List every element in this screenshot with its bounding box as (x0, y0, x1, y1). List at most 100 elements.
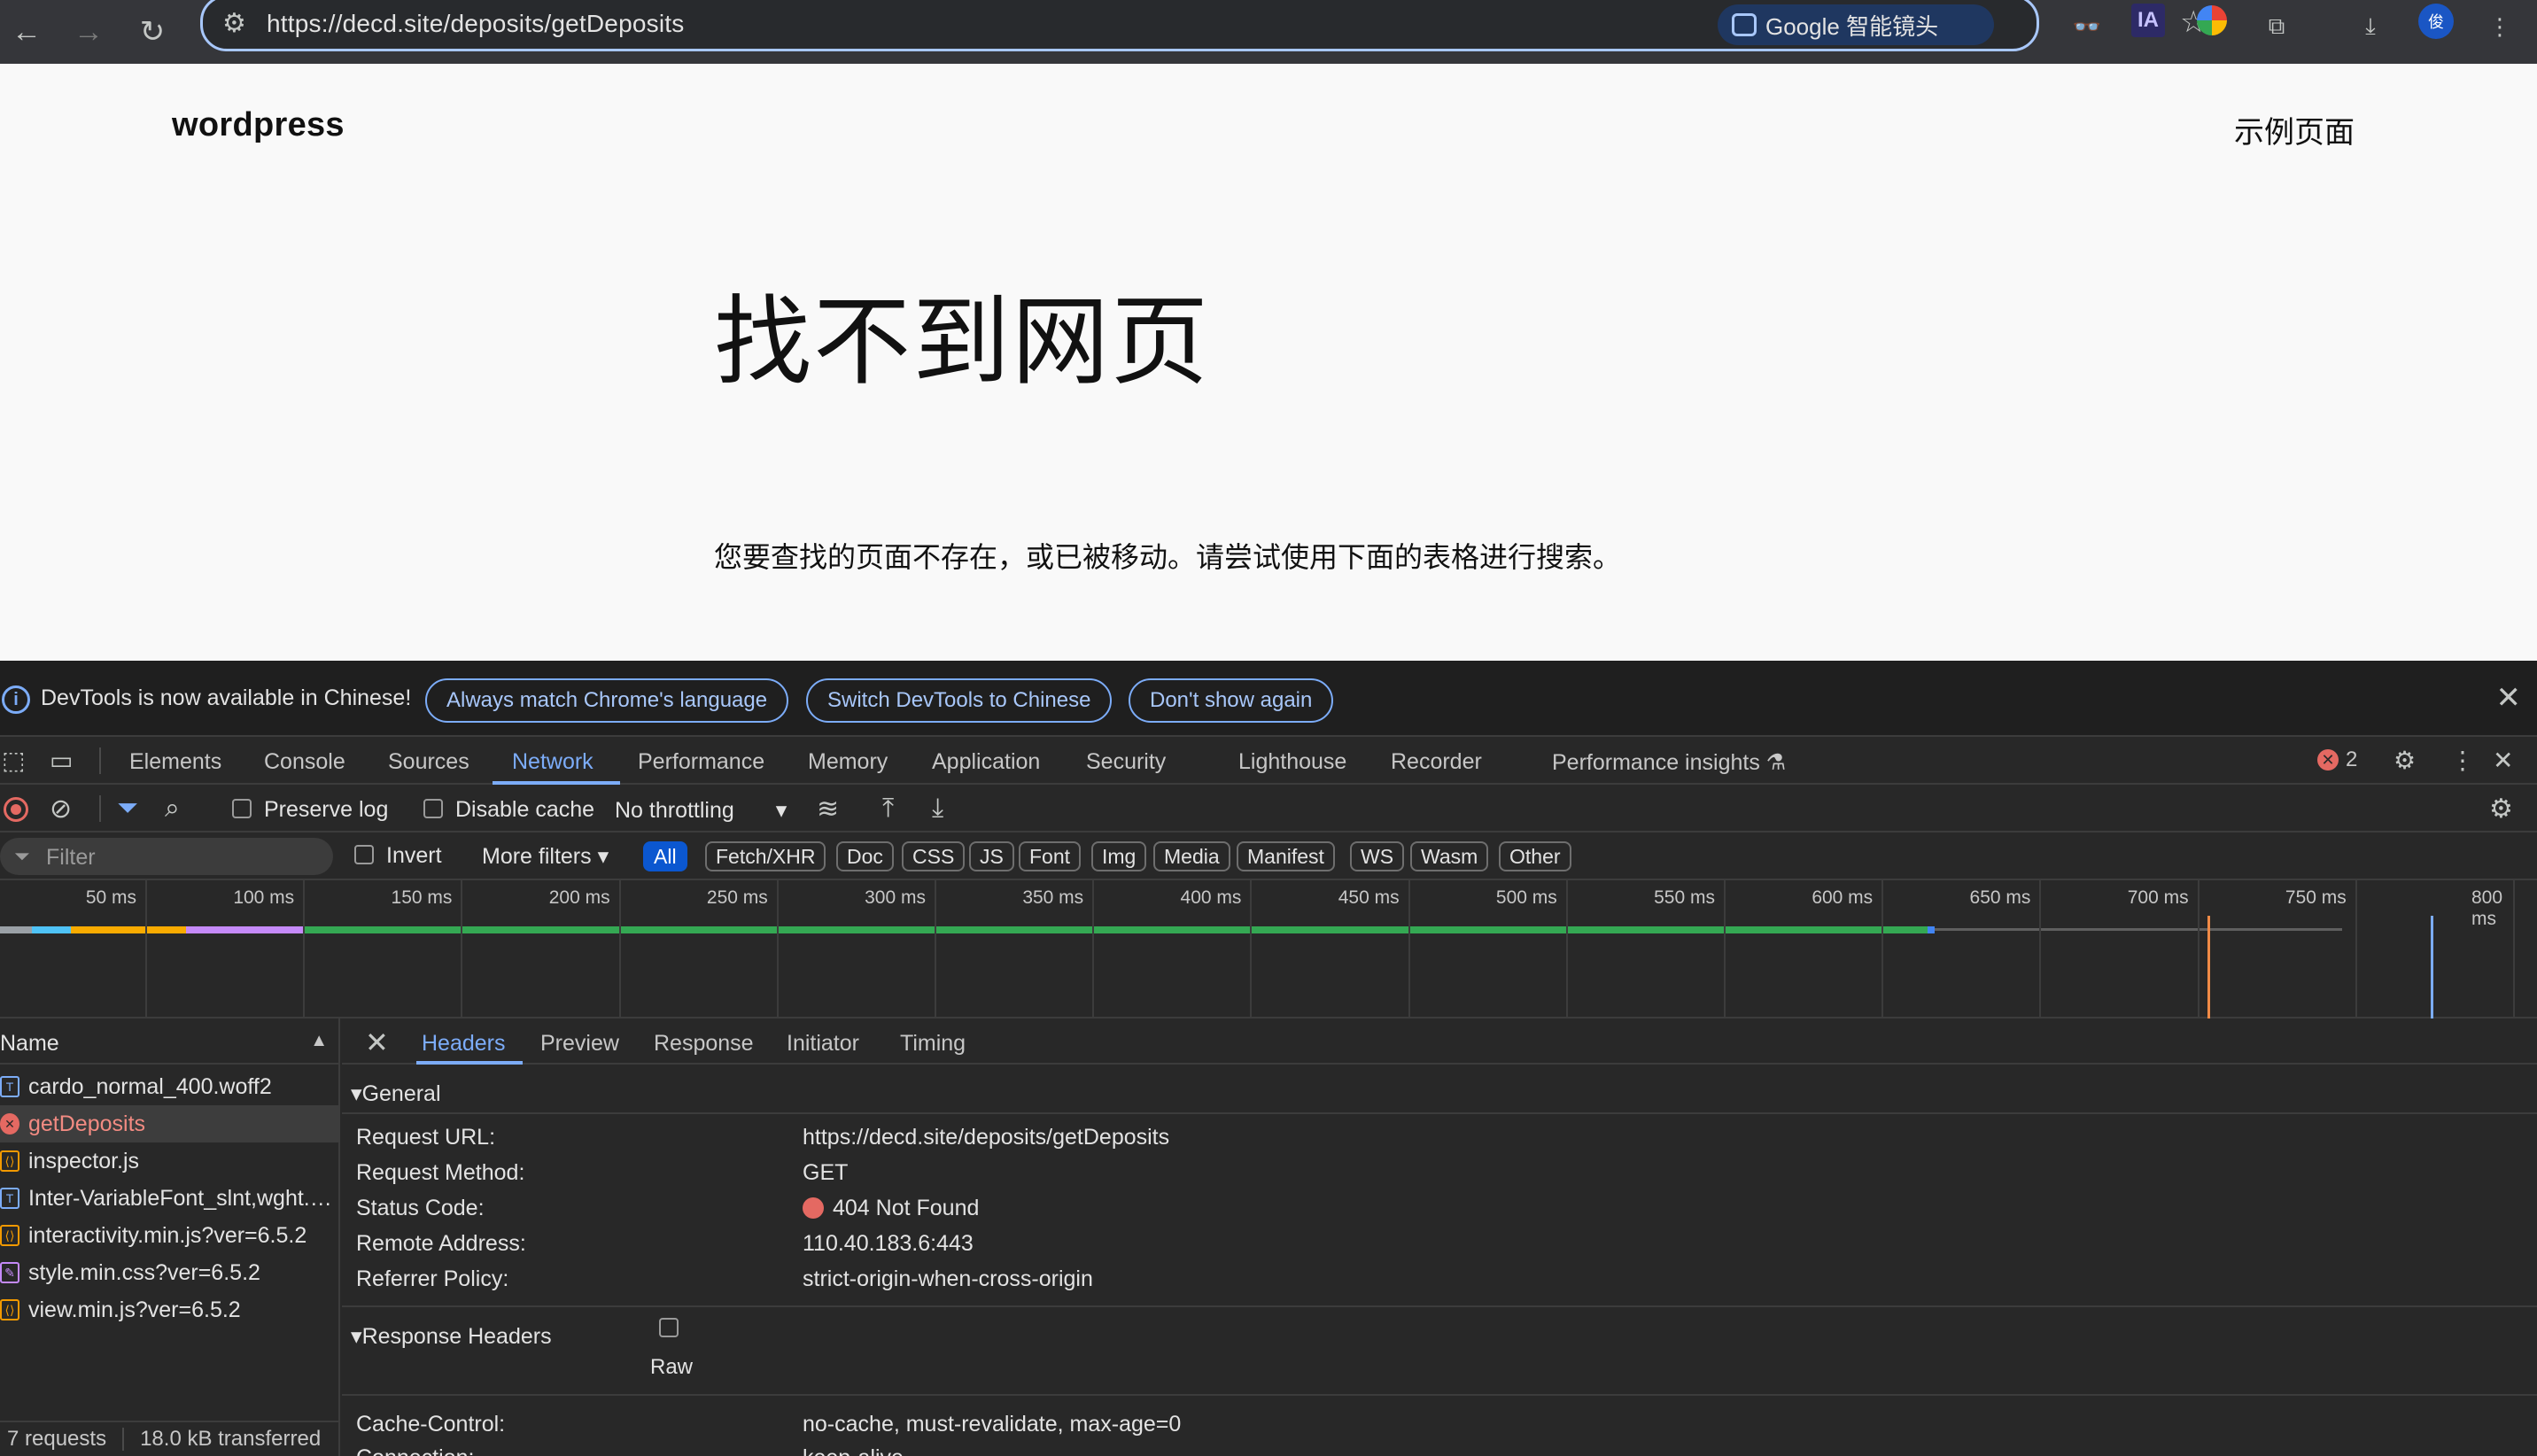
timeline-tick-label: 100 ms (233, 887, 295, 908)
network-overview-timeline[interactable]: 50 ms 100 ms 150 ms 200 ms 250 ms 300 ms 350 m… (0, 880, 2537, 1018)
header-key: Status Code: (356, 1196, 485, 1220)
google-lens-button[interactable]: Google 智能镜头 (1718, 4, 1994, 45)
error-count-badge[interactable]: ✕ 2 (2317, 747, 2357, 772)
request-url-value[interactable]: https://decd.site/deposits/getDeposits (803, 1125, 1169, 1150)
puzzle-extensions-icon[interactable]: ⧉ (2257, 7, 2296, 46)
filter-chip-wasm[interactable]: Wasm (1410, 841, 1489, 871)
tab-timing[interactable]: Timing (900, 1031, 966, 1057)
tab-response[interactable]: Response (654, 1031, 754, 1057)
device-toolbar-icon[interactable]: ▭ (50, 746, 73, 775)
filter-chip-fetch-xhr[interactable]: Fetch/XHR (705, 841, 826, 871)
response-headers-section-toggle[interactable]: ▾Response Headers (351, 1323, 552, 1350)
tab-memory[interactable]: Memory (808, 749, 888, 775)
settings-gear-icon[interactable]: ⚙ (2393, 746, 2416, 775)
timeline-gridline (145, 880, 147, 1018)
record-stop-icon[interactable] (4, 797, 28, 822)
request-row[interactable]: ✕ getDeposits (0, 1105, 340, 1142)
timeline-tick-label: 350 ms (1022, 887, 1084, 908)
disable-cache-label: Disable cache (455, 797, 595, 822)
waterfall-segment (32, 926, 71, 933)
filter-input[interactable]: ⏷ Filter (0, 838, 333, 875)
cache-control-value[interactable]: no-cache, must-revalidate, max-age=0 (803, 1412, 1181, 1437)
status-code-value[interactable]: 404 Not Found (803, 1196, 979, 1221)
search-icon[interactable]: ⌕ (165, 794, 180, 824)
filter-chip-other[interactable]: Other (1499, 841, 1571, 871)
switch-to-chinese-button[interactable]: Switch DevTools to Chinese (806, 678, 1113, 723)
site-title[interactable]: wordpress (172, 106, 345, 144)
general-section-toggle[interactable]: ▾General (351, 1080, 441, 1107)
tab-security[interactable]: Security (1086, 749, 1166, 775)
url-text[interactable]: https://decd.site/deposits/getDeposits (267, 10, 684, 38)
filter-chip-ws[interactable]: WS (1350, 841, 1405, 871)
filter-chip-js[interactable]: JS (969, 841, 1014, 871)
tab-initiator[interactable]: Initiator (787, 1031, 859, 1057)
header-key: Request Method: (356, 1160, 525, 1185)
color-wheel-extension-icon[interactable] (2197, 5, 2227, 35)
tab-performance-insights[interactable]: Performance insights ⚗ (1552, 749, 1786, 776)
sort-ascending-icon[interactable]: ▲ (310, 1031, 328, 1051)
profile-avatar[interactable]: 俊 (2418, 4, 2454, 39)
remote-address-value[interactable]: 110.40.183.6:443 (803, 1231, 974, 1257)
connection-value[interactable]: keep-alive (803, 1445, 904, 1456)
tab-sources[interactable]: Sources (388, 749, 469, 775)
ia-extension-icon[interactable]: IA (2131, 4, 2165, 37)
devtools-menu-kebab-icon[interactable]: ⋮ (2450, 746, 2475, 775)
timeline-gridline (1092, 880, 1095, 1018)
request-row[interactable]: ⟨⟩ inspector.js (0, 1142, 340, 1180)
close-infobar-icon[interactable]: ✕ (2496, 680, 2522, 716)
invert-checkbox[interactable] (354, 845, 374, 864)
timeline-gridline (2197, 880, 2200, 1018)
inspect-element-icon[interactable]: ⬚ (2, 746, 25, 775)
filter-chip-doc[interactable]: Doc (836, 841, 894, 871)
filter-chip-img[interactable]: Img (1091, 841, 1147, 871)
name-column-header[interactable]: Name (0, 1031, 59, 1057)
throttling-select[interactable]: No throttling ▾ (615, 797, 787, 824)
close-devtools-icon[interactable]: ✕ (2493, 746, 2513, 775)
filter-chip-media[interactable]: Media (1153, 841, 1230, 871)
request-method-value[interactable]: GET (803, 1160, 848, 1186)
request-row[interactable]: ⟨⟩ interactivity.min.js?ver=6.5.2 (0, 1217, 340, 1254)
close-details-icon[interactable]: ✕ (365, 1026, 389, 1059)
filter-chip-font[interactable]: Font (1019, 841, 1082, 871)
network-settings-gear-icon[interactable]: ⚙ (2489, 794, 2513, 825)
request-row[interactable]: T Inter-VariableFont_slnt,wght.woff2 (0, 1180, 340, 1217)
tab-headers[interactable]: Headers (422, 1031, 506, 1057)
address-bar[interactable]: ⚙ https://decd.site/deposits/getDeposits… (200, 0, 2207, 51)
dont-show-again-button[interactable]: Don't show again (1129, 678, 1334, 723)
disable-cache-checkbox[interactable] (423, 799, 443, 818)
raw-headers-checkbox[interactable] (659, 1318, 679, 1337)
tab-performance[interactable]: Performance (638, 749, 764, 775)
filter-chip-manifest[interactable]: Manifest (1237, 841, 1335, 871)
tab-application[interactable]: Application (932, 749, 1040, 775)
import-har-icon[interactable]: ⤒ (882, 794, 894, 824)
export-har-icon[interactable]: ⤓ (932, 794, 943, 824)
browser-menu-kebab-icon[interactable]: ⋮ (2480, 7, 2519, 46)
forward-arrow-icon[interactable]: → (64, 7, 113, 57)
clear-log-icon[interactable]: ⊘ (50, 794, 72, 825)
network-conditions-wifi-icon[interactable]: ≋ (817, 794, 839, 825)
preserve-log-checkbox[interactable] (232, 799, 252, 818)
tab-recorder[interactable]: Recorder (1391, 749, 1482, 775)
site-settings-icon[interactable]: ⚙ (222, 8, 246, 39)
tab-lighthouse[interactable]: Lighthouse (1238, 749, 1346, 775)
request-row[interactable]: Tcardo_normal_400.woff2 (0, 1068, 340, 1105)
reload-icon[interactable]: ↻ (128, 7, 177, 57)
request-list-header[interactable]: Name ▲ (0, 1018, 340, 1065)
request-row[interactable]: ⟨⟩ view.min.js?ver=6.5.2 (0, 1291, 340, 1328)
always-match-language-button[interactable]: Always match Chrome's language (425, 678, 789, 723)
nav-link-sample-page[interactable]: 示例页面 (2234, 108, 2355, 151)
referrer-policy-value[interactable]: strict-origin-when-cross-origin (803, 1266, 1093, 1292)
filter-funnel-icon[interactable]: ⏷ (117, 794, 138, 824)
tab-network[interactable]: Network (512, 749, 594, 775)
tab-preview[interactable]: Preview (540, 1031, 619, 1057)
download-icon[interactable]: ⤓ (2351, 7, 2390, 46)
filter-chip-css[interactable]: CSS (902, 841, 966, 871)
timeline-tick-label: 450 ms (1338, 887, 1400, 908)
glasses-extension-icon[interactable]: 👓 (2068, 7, 2106, 46)
request-row[interactable]: ✎ style.min.css?ver=6.5.2 (0, 1254, 340, 1291)
more-filters-dropdown[interactable]: More filters ▾ (482, 843, 609, 870)
back-arrow-icon[interactable]: ← (2, 7, 51, 57)
filter-chip-all[interactable]: All (643, 841, 687, 871)
tab-elements[interactable]: Elements (129, 749, 221, 775)
tab-console[interactable]: Console (264, 749, 345, 775)
